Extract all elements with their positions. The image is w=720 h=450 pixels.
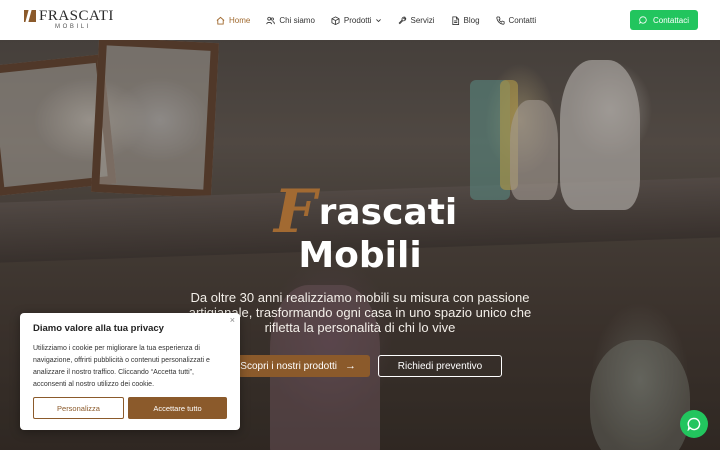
- logo[interactable]: FRASCATI MOBILI: [24, 9, 114, 30]
- close-icon[interactable]: ×: [230, 315, 235, 325]
- nav-label-contatti: Contatti: [508, 15, 537, 25]
- chat-bubble-icon: [687, 417, 701, 431]
- home-icon: [216, 16, 225, 25]
- contattaci-label: Contattaci: [652, 15, 690, 25]
- nav-item-prodotti[interactable]: Prodotti: [331, 16, 382, 25]
- hero-title-line2: Mobili: [298, 235, 422, 276]
- document-icon: [451, 15, 460, 25]
- nav-label-servizi: Servizi: [410, 15, 435, 25]
- phone-icon: [495, 15, 505, 25]
- nav-item-contatti[interactable]: Contatti: [495, 15, 537, 25]
- chat-widget-button[interactable]: [680, 410, 708, 438]
- nav-item-servizi[interactable]: Servizi: [398, 16, 435, 25]
- arrow-right-icon: →: [345, 360, 356, 372]
- wrench-icon: [398, 16, 407, 25]
- scopri-prodotti-label: Scopri i nostri prodotti: [240, 360, 337, 372]
- nav-item-chi-siamo[interactable]: Chi siamo: [266, 16, 315, 25]
- nav-label-chi-siamo: Chi siamo: [279, 15, 315, 25]
- cookie-title: Diamo valore alla tua privacy: [33, 323, 164, 334]
- users-icon: [266, 16, 276, 25]
- logo-subtitle: MOBILI: [55, 24, 91, 30]
- nav-item-home[interactable]: Home: [216, 16, 250, 25]
- nav-label-home: Home: [229, 15, 251, 25]
- cookie-text: Utilizziamo i cookie per migliorare la t…: [33, 345, 210, 388]
- logo-title: FRASCATI: [39, 8, 114, 24]
- contattaci-button[interactable]: Contattaci: [630, 10, 698, 30]
- box-icon: [331, 15, 340, 25]
- nav-item-blog[interactable]: Blog: [451, 16, 480, 25]
- chevron-down-icon: [375, 18, 381, 22]
- accept-all-button[interactable]: Accettare tutto: [128, 397, 227, 419]
- site-header: FRASCATI MOBILI Home Chi siamo Prodotti: [0, 0, 720, 40]
- main-nav: Home Chi siamo Prodotti Servizi Blog Con…: [216, 0, 552, 40]
- nav-label-prodotti: Prodotti: [343, 15, 372, 25]
- chat-bubble-icon: [639, 16, 647, 24]
- logo-mark-icon: [24, 10, 36, 22]
- scopri-prodotti-button[interactable]: Scopri i nostri prodotti →: [228, 355, 370, 377]
- richiedi-preventivo-button[interactable]: Richiedi preventivo: [378, 355, 502, 377]
- cookie-banner: × Diamo valore alla tua privacy Utilizzi…: [20, 313, 240, 430]
- hero-title-rest: rascati: [318, 192, 458, 233]
- personalizza-button[interactable]: Personalizza: [33, 397, 124, 419]
- richiedi-preventivo-label: Richiedi preventivo: [397, 360, 483, 372]
- nav-label-blog: Blog: [463, 15, 480, 25]
